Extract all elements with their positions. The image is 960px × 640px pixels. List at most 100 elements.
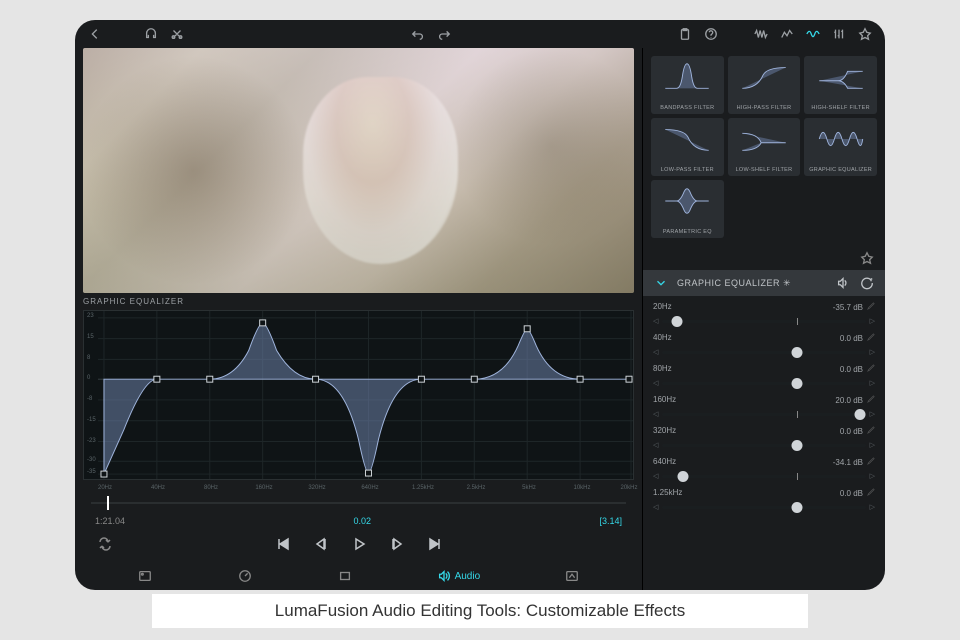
y-tick: 15 bbox=[87, 334, 94, 340]
y-tick: -15 bbox=[87, 417, 96, 423]
eq-band-row: 1.25kHz0.0 dB◁▷ bbox=[653, 486, 875, 514]
pencil-icon[interactable] bbox=[867, 426, 875, 434]
band-slider[interactable] bbox=[662, 320, 865, 323]
help-icon[interactable] bbox=[703, 26, 719, 42]
fx-tab-mixer-icon[interactable] bbox=[831, 26, 847, 42]
band-slider[interactable] bbox=[662, 475, 865, 478]
band-value: -34.1 dB bbox=[833, 458, 863, 467]
fx-tab-eq-icon[interactable] bbox=[805, 26, 821, 42]
filter-tile[interactable]: BANDPASS FILTER bbox=[651, 56, 724, 114]
band-value: 0.0 dB bbox=[840, 334, 863, 343]
skip-start-icon[interactable] bbox=[275, 536, 291, 552]
nudge-right-icon[interactable]: ▷ bbox=[870, 472, 875, 480]
skip-end-icon[interactable] bbox=[427, 536, 443, 552]
filter-tile[interactable]: LOW-SHELF FILTER bbox=[728, 118, 801, 176]
tab-audio-label: Audio bbox=[455, 571, 481, 582]
redo-icon[interactable] bbox=[436, 26, 452, 42]
nudge-left-icon[interactable]: ◁ bbox=[653, 317, 658, 325]
fx-tab-wave-icon[interactable] bbox=[753, 26, 769, 42]
pencil-icon[interactable] bbox=[867, 457, 875, 465]
band-freq: 40Hz bbox=[653, 333, 672, 343]
pencil-icon[interactable] bbox=[867, 395, 875, 403]
nudge-right-icon[interactable]: ▷ bbox=[870, 348, 875, 356]
tab-speed-icon[interactable] bbox=[237, 568, 253, 584]
filter-tile[interactable]: HIGH-SHELF FILTER bbox=[804, 56, 877, 114]
tab-color-icon[interactable] bbox=[564, 568, 580, 584]
nudge-right-icon[interactable]: ▷ bbox=[870, 379, 875, 387]
pencil-icon[interactable] bbox=[867, 302, 875, 310]
eq-band-row: 20Hz-35.7 dB◁▷ bbox=[653, 300, 875, 328]
nudge-left-icon[interactable]: ◁ bbox=[653, 441, 658, 449]
band-freq: 640Hz bbox=[653, 457, 676, 467]
y-tick: 8 bbox=[87, 355, 90, 361]
band-slider[interactable] bbox=[662, 444, 865, 447]
band-slider[interactable] bbox=[662, 351, 865, 354]
nudge-left-icon[interactable]: ◁ bbox=[653, 472, 658, 480]
speaker-icon[interactable] bbox=[835, 275, 851, 291]
nudge-left-icon[interactable]: ◁ bbox=[653, 379, 658, 387]
panel-title: GRAPHIC EQUALIZER ✳ bbox=[677, 278, 791, 289]
filter-label: PARAMETRIC EQ bbox=[663, 229, 712, 235]
clipboard-icon[interactable] bbox=[677, 26, 693, 42]
eq-band-row: 80Hz0.0 dB◁▷ bbox=[653, 362, 875, 390]
undo-icon[interactable] bbox=[410, 26, 426, 42]
pencil-icon[interactable] bbox=[867, 333, 875, 341]
frame-forward-icon[interactable] bbox=[389, 536, 405, 552]
nudge-right-icon[interactable]: ▷ bbox=[870, 441, 875, 449]
band-freq: 20Hz bbox=[653, 302, 672, 312]
y-tick: -8 bbox=[87, 396, 92, 402]
band-value: 20.0 dB bbox=[835, 396, 863, 405]
frame-back-icon[interactable] bbox=[313, 536, 329, 552]
eq-bands: 20Hz-35.7 dB◁▷40Hz0.0 dB◁▷80Hz0.0 dB◁▷16… bbox=[643, 296, 885, 590]
cut-icon[interactable] bbox=[169, 26, 185, 42]
chevron-down-icon[interactable] bbox=[653, 275, 669, 291]
pencil-icon[interactable] bbox=[867, 488, 875, 496]
nudge-left-icon[interactable]: ◁ bbox=[653, 348, 658, 356]
band-slider[interactable] bbox=[662, 506, 865, 509]
y-tick: 0 bbox=[87, 375, 90, 381]
x-tick: 20kHz bbox=[620, 485, 637, 491]
nudge-left-icon[interactable]: ◁ bbox=[653, 410, 658, 418]
panel-star-icon[interactable] bbox=[859, 250, 875, 266]
filter-tile[interactable]: GRAPHIC EQUALIZER bbox=[804, 118, 877, 176]
eq-graph[interactable]: 23 15 8 0 -8 -15 -23 -30 -35 20Hz 40Hz 8… bbox=[83, 310, 634, 480]
band-slider[interactable] bbox=[662, 382, 865, 385]
x-tick: 2.5kHz bbox=[467, 485, 486, 491]
nudge-right-icon[interactable]: ▷ bbox=[870, 410, 875, 418]
band-value: 0.0 dB bbox=[840, 365, 863, 374]
band-slider[interactable] bbox=[662, 413, 865, 416]
nudge-left-icon[interactable]: ◁ bbox=[653, 503, 658, 511]
time-offset: 0.02 bbox=[125, 516, 599, 526]
x-tick: 10kHz bbox=[573, 485, 590, 491]
filter-label: HIGH-SHELF FILTER bbox=[811, 105, 869, 111]
loop-icon[interactable] bbox=[97, 536, 113, 552]
x-tick: 5kHz bbox=[522, 485, 536, 491]
x-tick: 1.25kHz bbox=[412, 485, 434, 491]
x-tick: 640Hz bbox=[361, 485, 378, 491]
nudge-right-icon[interactable]: ▷ bbox=[870, 317, 875, 325]
tab-frame-icon[interactable] bbox=[137, 568, 153, 584]
eq-title: GRAPHIC EQUALIZER bbox=[83, 293, 634, 310]
play-icon[interactable] bbox=[351, 536, 367, 552]
x-tick: 320Hz bbox=[308, 485, 325, 491]
tab-audio[interactable]: Audio bbox=[437, 569, 481, 583]
x-tick: 160Hz bbox=[255, 485, 272, 491]
video-preview[interactable] bbox=[83, 48, 634, 293]
headphones-icon[interactable] bbox=[143, 26, 159, 42]
eq-band-row: 160Hz 20.0 dB ◁ ▷ bbox=[653, 393, 875, 421]
fx-tab-level-icon[interactable] bbox=[779, 26, 795, 42]
fx-tab-star-icon[interactable] bbox=[857, 26, 873, 42]
tab-crop-icon[interactable] bbox=[337, 568, 353, 584]
filter-tile[interactable]: PARAMETRIC EQ bbox=[651, 180, 724, 238]
filter-tile[interactable]: HIGH-PASS FILTER bbox=[728, 56, 801, 114]
timeline-scrubber[interactable] bbox=[91, 496, 626, 514]
filter-label: LOW-SHELF FILTER bbox=[736, 167, 793, 173]
pencil-icon[interactable] bbox=[867, 364, 875, 372]
reset-icon[interactable] bbox=[859, 275, 875, 291]
filter-tile[interactable]: LOW-PASS FILTER bbox=[651, 118, 724, 176]
band-freq: 320Hz bbox=[653, 426, 676, 436]
y-tick: 23 bbox=[87, 313, 94, 319]
band-freq: 160Hz bbox=[653, 395, 676, 405]
back-icon[interactable] bbox=[87, 26, 103, 42]
nudge-right-icon[interactable]: ▷ bbox=[870, 503, 875, 511]
